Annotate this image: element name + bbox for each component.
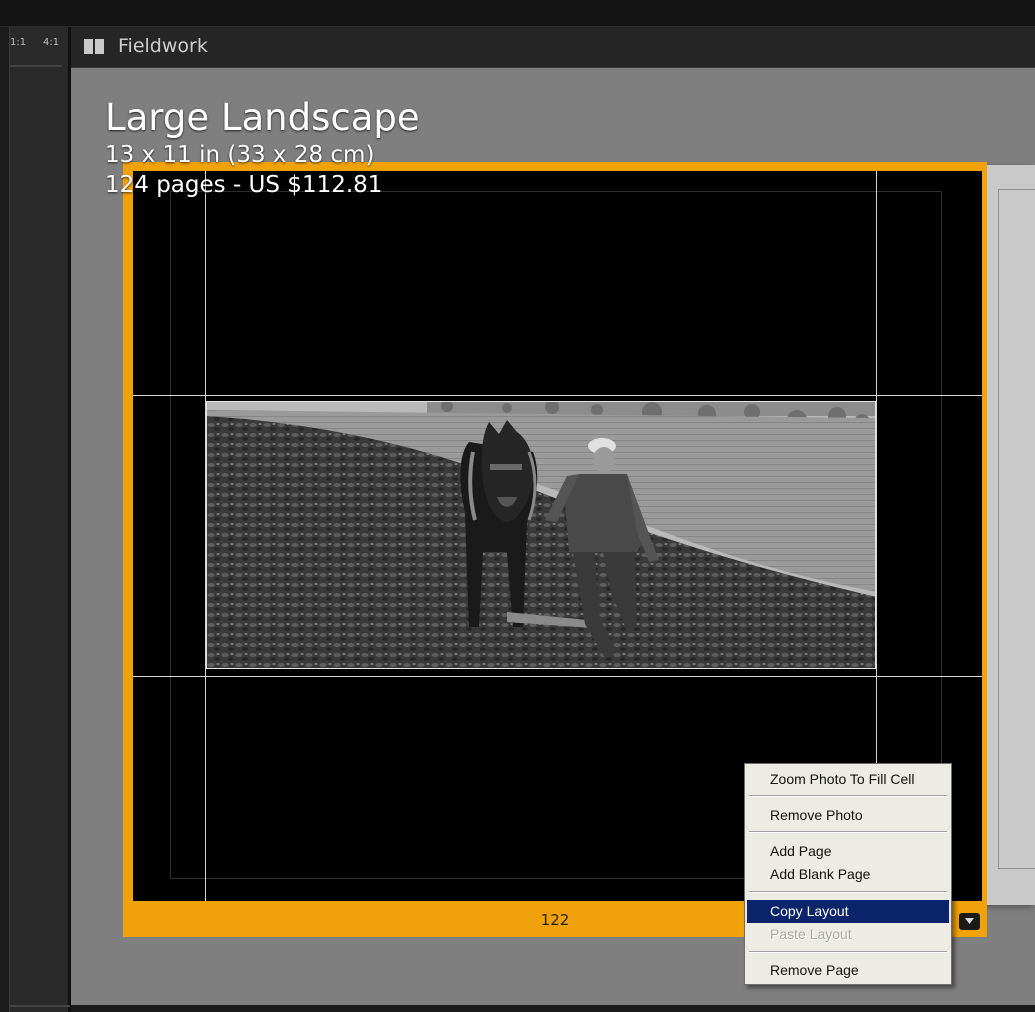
navigator-zoom-controls: 1:1 4:1 — [10, 35, 62, 67]
menu-item-remove-page[interactable]: Remove Page — [747, 959, 949, 982]
collection-header: Fieldwork — [71, 27, 1035, 68]
book-size: 13 x 11 in (33 x 28 cm) — [105, 142, 375, 168]
menu-separator — [749, 795, 947, 797]
cell-guide-bottom — [133, 676, 982, 677]
menu-item-add-blank-page[interactable]: Add Blank Page — [747, 863, 949, 886]
bottom-bar — [71, 1005, 1035, 1012]
book-view-icon — [84, 39, 104, 54]
menu-item-add-page[interactable]: Add Page — [747, 840, 949, 863]
page-menu-arrow-icon — [965, 918, 974, 924]
photo-cell[interactable] — [206, 401, 876, 669]
menu-item-copy-layout[interactable]: Copy Layout — [747, 900, 949, 923]
page-context-menu: Zoom Photo To Fill Cell Remove Photo Add… — [744, 763, 952, 985]
top-bar — [0, 0, 1035, 27]
book-type: Large Landscape — [105, 96, 420, 139]
book-info-overlay: Large Landscape 13 x 11 in (33 x 28 cm) … — [105, 96, 420, 200]
menu-separator — [749, 951, 947, 953]
left-panel-edge — [0, 27, 10, 1012]
cell-guide-top — [133, 395, 982, 396]
collection-title: Fieldwork — [118, 35, 208, 57]
book-pages-price: 124 pages - US $112.81 — [105, 172, 383, 198]
menu-separator — [749, 831, 947, 833]
page-menu-button[interactable] — [959, 913, 980, 930]
next-page-preview[interactable] — [985, 165, 1035, 905]
menu-item-zoom-photo-to-fill-cell[interactable]: Zoom Photo To Fill Cell — [747, 768, 949, 791]
menu-separator — [749, 891, 947, 893]
panel-divider — [9, 1005, 70, 1007]
zoom-1-1-button[interactable]: 1:1 — [10, 37, 26, 48]
photo-farmer-plowing-with-horse — [207, 402, 875, 668]
next-page-margin — [998, 189, 1035, 869]
left-panel: 1:1 4:1 — [0, 27, 70, 1012]
menu-item-remove-photo[interactable]: Remove Photo — [747, 804, 949, 827]
zoom-4-1-button[interactable]: 4:1 — [43, 37, 59, 48]
menu-item-paste-layout: Paste Layout — [770, 926, 852, 942]
